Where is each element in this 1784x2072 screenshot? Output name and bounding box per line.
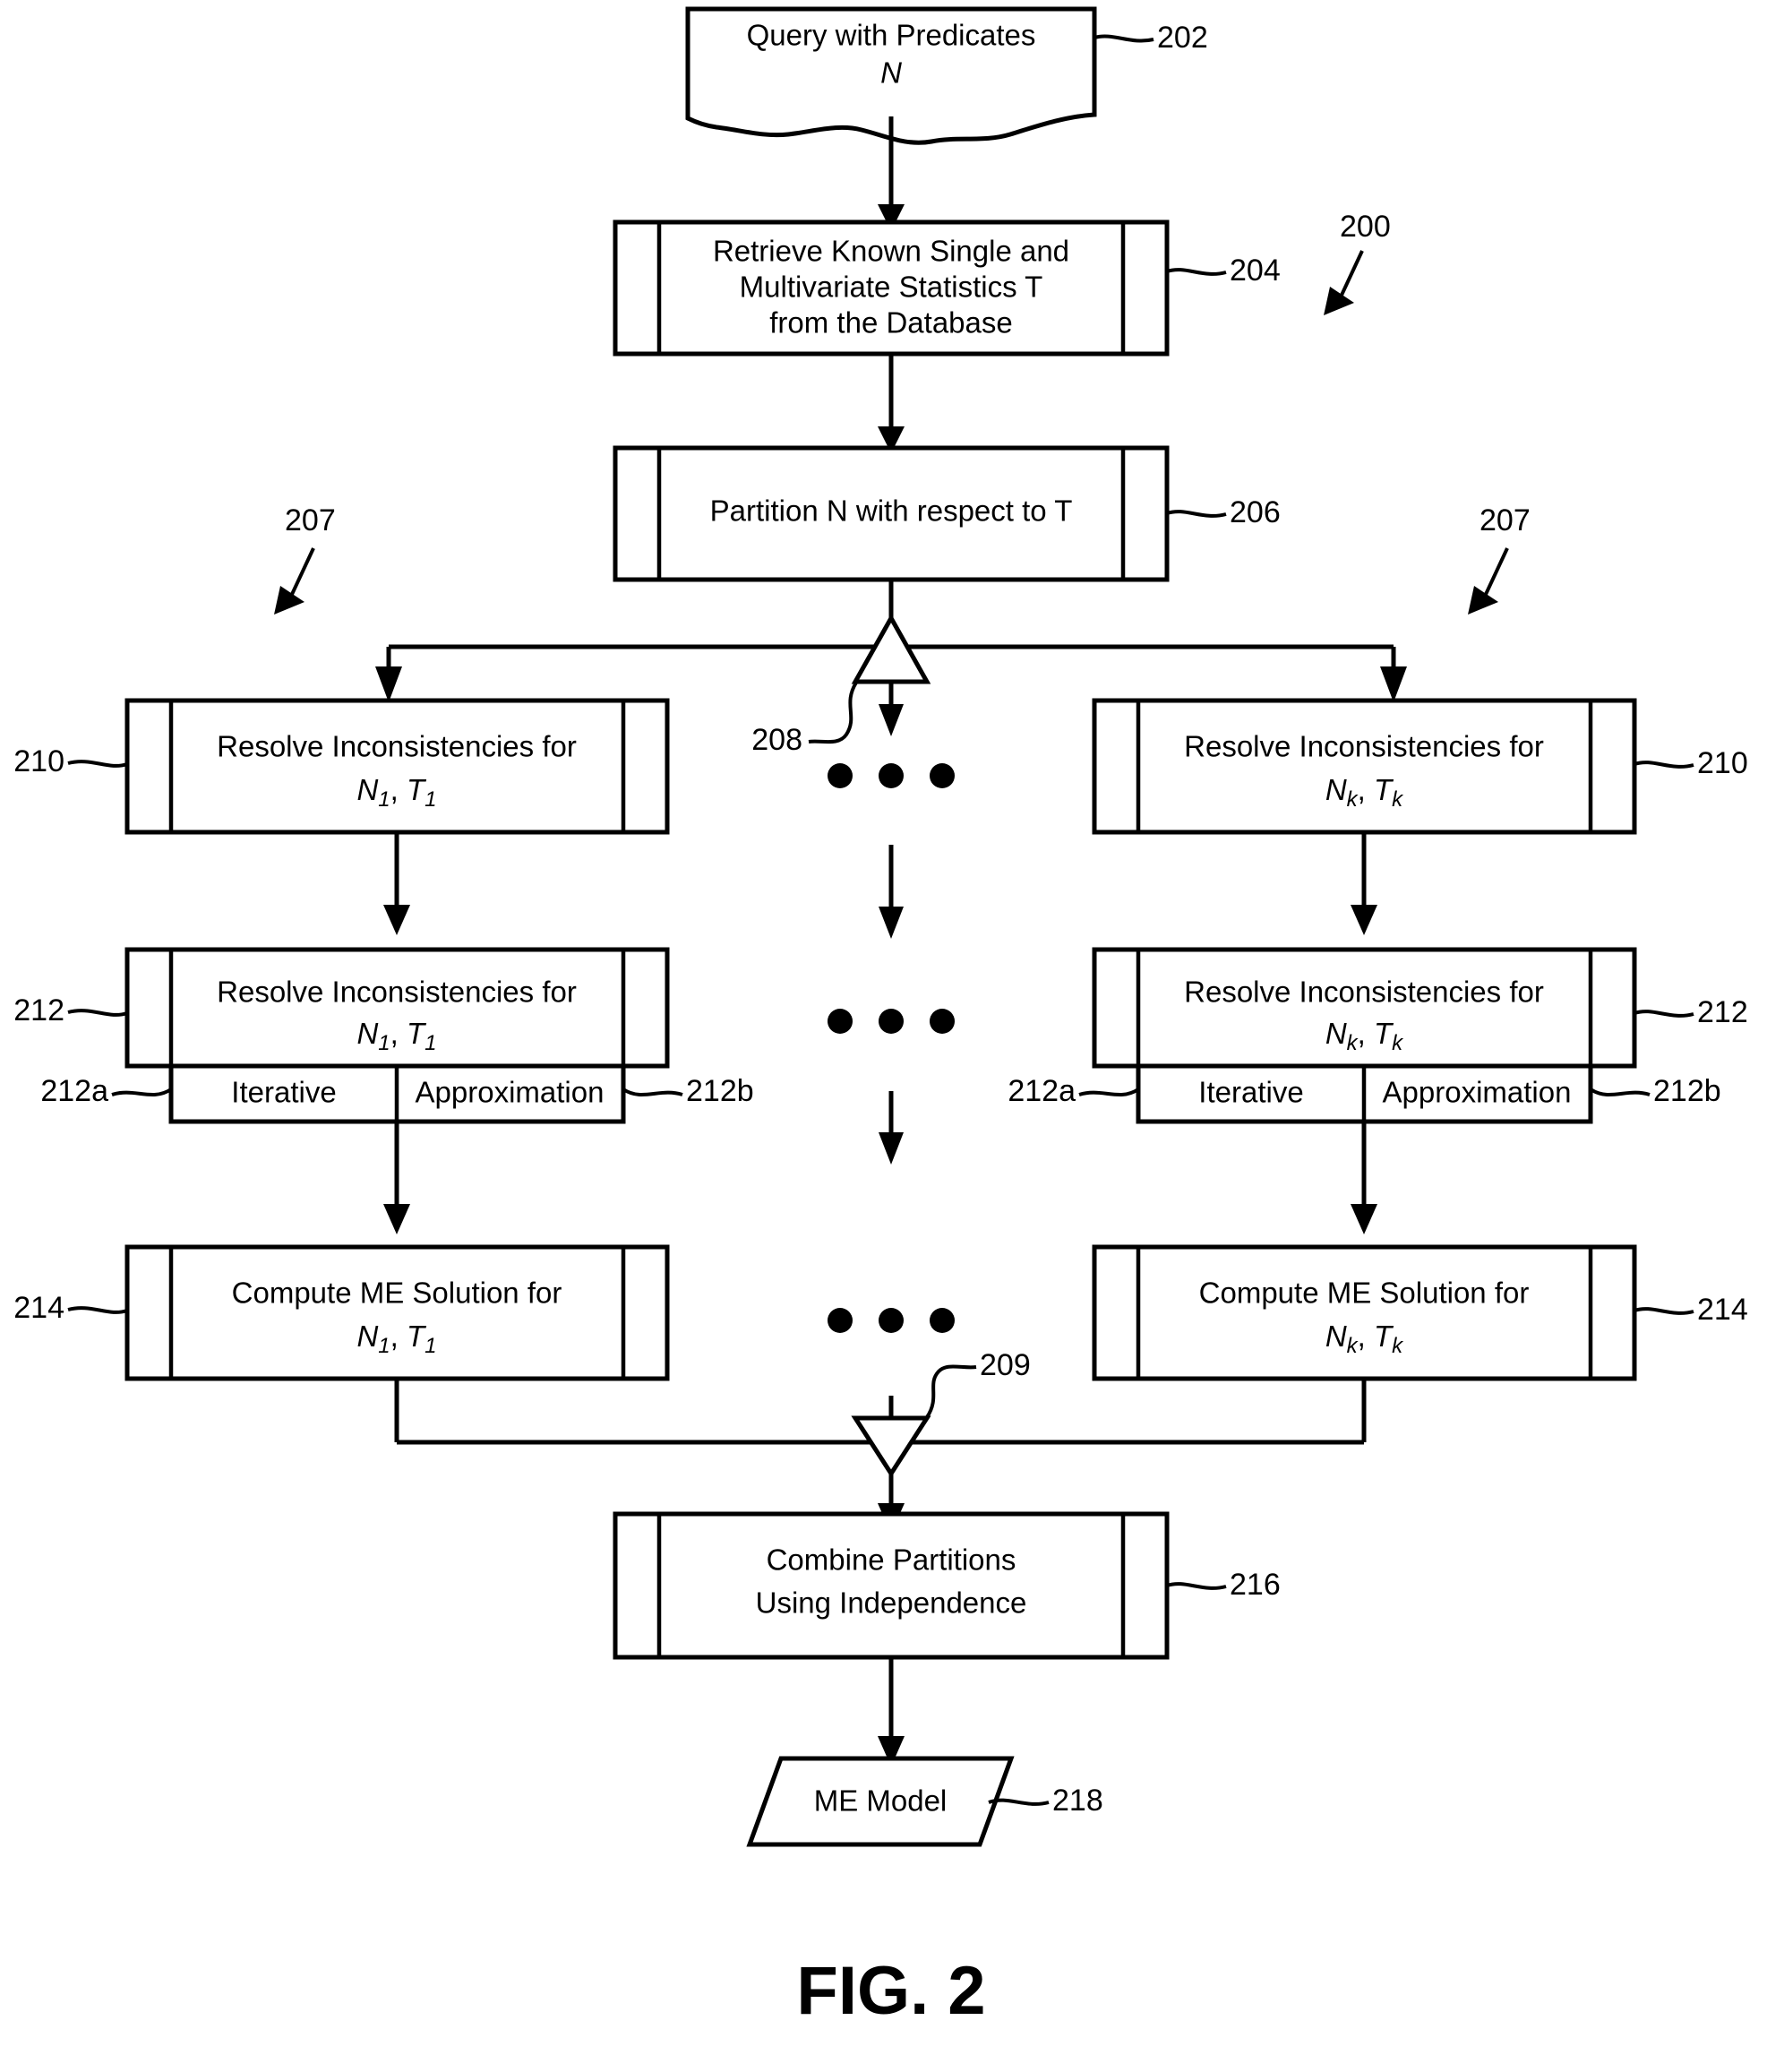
node-resolve-left-line1: Resolve Inconsistencies for <box>217 730 577 763</box>
ref-leader-216: 216 <box>1166 1568 1281 1602</box>
nt-t-sub: k <box>1392 1031 1404 1055</box>
ref-leader-209: 209 <box>925 1348 1031 1419</box>
node-retrieve-line1: Retrieve Known Single and <box>713 235 1069 268</box>
node-compute-right-214[interactable]: Compute ME Solution for Nk, Tk <box>1092 1244 1637 1381</box>
ref-leader-207-left: 207 <box>274 503 336 615</box>
node-combine-line1: Combine Partitions <box>767 1543 1016 1577</box>
nt-t-sub: k <box>1392 1334 1404 1358</box>
nt-t-sub: 1 <box>425 1334 436 1358</box>
nt-n: N <box>1325 773 1347 806</box>
node-resolve-right-line1: Resolve Inconsistencies for <box>1184 730 1544 763</box>
ref-label-212b-left: 212b <box>686 1074 754 1108</box>
connector-retrieve-to-partition <box>878 354 905 453</box>
ref-leader-212a-left: 212a <box>40 1074 173 1108</box>
node-212b-label: Approximation <box>1383 1076 1572 1109</box>
ref-label-200: 200 <box>1340 210 1391 244</box>
node-resolve2-left-212[interactable]: Resolve Inconsistencies for N1, T1 Itera… <box>124 947 670 1124</box>
connector-right-210-to-212 <box>1351 832 1377 935</box>
ref-label-204: 204 <box>1230 254 1281 288</box>
node-query-line1: Query with Predicates <box>747 19 1036 52</box>
ref-label-210-right: 210 <box>1697 746 1748 780</box>
ref-leader-212a-right: 212a <box>1008 1074 1140 1108</box>
node-partition-line1: Partition N with respect to T <box>710 494 1073 528</box>
node-retrieve-line3: from the Database <box>769 306 1012 340</box>
node-resolve-right-210[interactable]: Resolve Inconsistencies for Nk, Tk <box>1092 698 1637 835</box>
node-query-line2: N <box>880 56 902 90</box>
patent-figure-2: Query with Predicates N 202 Retrieve Kno… <box>0 0 1784 2072</box>
ref-leader-212-right: 212 <box>1634 995 1748 1029</box>
nt-n: N <box>1325 1017 1347 1050</box>
nt-n-sub: 1 <box>378 1031 390 1055</box>
node-compute-right-line1: Compute ME Solution for <box>1199 1277 1530 1310</box>
ref-leader-214-left: 214 <box>13 1291 128 1325</box>
node-me-model-218[interactable]: ME Model <box>746 1756 1015 1847</box>
nt-n: N <box>356 1320 378 1353</box>
connector-left-212-to-214 <box>383 1122 410 1234</box>
ref-label-218: 218 <box>1052 1784 1103 1818</box>
ref-leader-210-left: 210 <box>13 744 128 778</box>
ref-leader-200: 200 <box>1324 210 1391 315</box>
node-compute-left-line1: Compute ME Solution for <box>232 1277 562 1310</box>
nt-n: N <box>356 773 378 806</box>
ref-leader-204: 204 <box>1166 254 1281 288</box>
ref-label-212-left: 212 <box>13 993 64 1027</box>
node-212a-label: Iterative <box>231 1076 336 1109</box>
nt-n-sub: 1 <box>378 787 390 812</box>
nt-t-sub: 1 <box>425 787 436 812</box>
ellipsis-row-2 <box>828 1009 955 1034</box>
ref-label-212-right: 212 <box>1697 995 1748 1029</box>
ref-label-214-left: 214 <box>13 1291 64 1325</box>
ref-leader-212b-left: 212b <box>622 1074 754 1108</box>
ref-label-207-right: 207 <box>1480 503 1531 537</box>
node-me-model-label: ME Model <box>814 1784 948 1818</box>
ref-leader-212b-right: 212b <box>1589 1074 1721 1108</box>
node-retrieve-line2: Multivariate Statistics T <box>740 271 1043 304</box>
ref-label-212a-left: 212a <box>40 1074 108 1108</box>
node-resolve-left-210[interactable]: Resolve Inconsistencies for N1, T1 <box>124 698 670 835</box>
nt-t-sub: k <box>1392 787 1404 812</box>
node-retrieve-statistics[interactable]: Retrieve Known Single and Multivariate S… <box>613 219 1170 357</box>
flowchart-canvas: Query with Predicates N 202 Retrieve Kno… <box>13 6 1748 2029</box>
node-212a-label: Iterative <box>1198 1076 1303 1109</box>
ellipsis-row-3 <box>828 1308 955 1333</box>
nt-t-sub: 1 <box>425 1031 436 1055</box>
ref-label-208: 208 <box>751 723 802 757</box>
ref-label-214-right: 214 <box>1697 1293 1748 1327</box>
ref-leader-202: 202 <box>1094 21 1208 55</box>
ref-leader-208: 208 <box>751 681 858 757</box>
node-compute-left-214[interactable]: Compute ME Solution for N1, T1 <box>124 1244 670 1381</box>
ref-label-216: 216 <box>1230 1568 1281 1602</box>
ref-label-209: 209 <box>980 1348 1031 1382</box>
ref-leader-212-left: 212 <box>13 993 128 1027</box>
ref-leader-218: 218 <box>988 1784 1103 1818</box>
join-bus-209 <box>394 1379 1367 1534</box>
ellipsis-row-1 <box>828 763 955 788</box>
ref-leader-214-right: 214 <box>1634 1293 1748 1327</box>
connector-combine-to-memodel <box>878 1657 905 1767</box>
ref-label-212b-right: 212b <box>1653 1074 1721 1108</box>
ref-label-202: 202 <box>1157 21 1208 55</box>
node-resolve2-right-212[interactable]: Resolve Inconsistencies for Nk, Tk Itera… <box>1092 947 1637 1124</box>
ref-leader-207-right: 207 <box>1468 503 1531 615</box>
node-resolve2-right-line1: Resolve Inconsistencies for <box>1184 976 1544 1009</box>
nt-n: N <box>356 1017 378 1050</box>
figure-caption: FIG. 2 <box>796 1953 985 2029</box>
ref-label-210-left: 210 <box>13 744 64 778</box>
node-212b-label: Approximation <box>416 1076 605 1109</box>
node-partition[interactable]: Partition N with respect to T <box>613 445 1170 582</box>
node-resolve2-left-line1: Resolve Inconsistencies for <box>217 976 577 1009</box>
ref-leader-206: 206 <box>1166 495 1281 529</box>
connector-middle-212-to-214 <box>879 1091 904 1165</box>
connector-middle-210-to-212 <box>879 845 904 939</box>
ref-label-212a-right: 212a <box>1008 1074 1076 1108</box>
connector-left-210-to-212 <box>383 832 410 935</box>
nt-n: N <box>1325 1320 1347 1353</box>
ref-label-207-left: 207 <box>285 503 336 537</box>
node-combine-216[interactable]: Combine Partitions Using Independence <box>613 1511 1170 1660</box>
ref-label-206: 206 <box>1230 495 1281 529</box>
ref-leader-210-right: 210 <box>1634 746 1748 780</box>
node-combine-line2: Using Independence <box>756 1586 1027 1620</box>
connector-right-212-to-214 <box>1351 1122 1377 1234</box>
nt-n-sub: 1 <box>378 1334 390 1358</box>
